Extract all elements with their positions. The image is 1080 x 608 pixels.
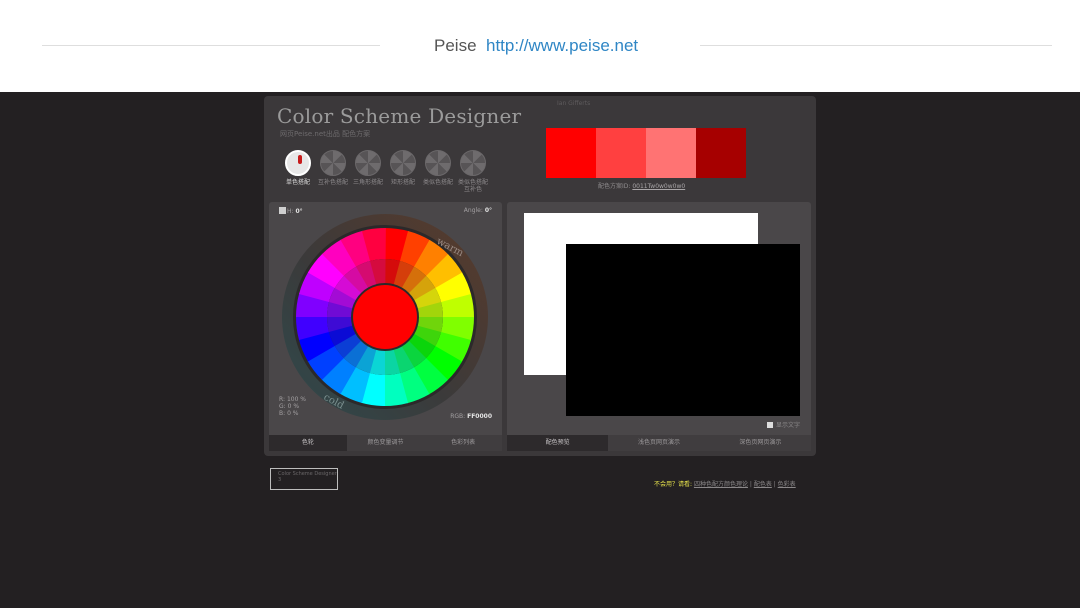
help-link-theory[interactable]: 四种色配方颜色理论 (694, 481, 748, 488)
mode-label: 矩形搭配 (390, 179, 415, 186)
tab-dark-page-demo[interactable]: 深色页网页演示 (709, 435, 811, 451)
broken-image-placeholder: Color Scheme Designer 3 (270, 468, 338, 490)
checkbox-icon[interactable] (766, 421, 773, 428)
site-link[interactable]: http://www.peise.net (486, 36, 638, 56)
rgb-percent-readout: R: 100 % G: 0 % B: 0 % (279, 396, 306, 417)
help-links: 不会用？请看: 四种色配方颜色理论 | 配色表 | 色彩表 (654, 481, 796, 488)
triad-mode-icon (355, 150, 381, 176)
swatch-dark[interactable] (696, 128, 746, 178)
mono-mode-icon (285, 150, 311, 176)
tab-color-list[interactable]: 色彩列表 (424, 435, 503, 451)
app-title: Color Scheme Designer (277, 104, 522, 128)
mode-label: 类似色搭配互补色 (457, 179, 488, 193)
mode-analogic[interactable]: 类似色搭配 (421, 150, 455, 186)
right-panel-tabs: 配色预览 浅色页网页演示 深色页网页演示 (507, 435, 811, 451)
preview-panel: 显示文字 配色预览 浅色页网页演示 深色页网页演示 (507, 202, 811, 451)
mode-label: 互补色搭配 (317, 179, 348, 186)
help-link-colors[interactable]: 色彩表 (778, 481, 796, 488)
mode-mono[interactable]: 单色搭配 (281, 150, 315, 186)
swatch-light[interactable] (596, 128, 646, 178)
mode-label: 三角形搭配 (352, 179, 383, 186)
mode-complement[interactable]: 互补色搭配 (316, 150, 350, 186)
scheme-id-label: 配色方案ID: (598, 183, 631, 190)
color-scheme-designer: Color Scheme Designer 网页Peise.net出品 配色方案… (264, 96, 816, 456)
show-text-toggle[interactable]: 显示文字 (766, 420, 800, 429)
swatch-primary[interactable] (546, 128, 596, 178)
author-tagline: Ian Gifferts (557, 100, 591, 107)
preview-dark-area (566, 244, 800, 416)
accented-analogic-mode-icon (460, 150, 486, 176)
color-wheel-panel: H: 0° Angle: 0° warm cold R: 100 % G: 0 … (269, 202, 503, 451)
selected-hue-center (353, 285, 417, 349)
mode-label: 类似色搭配 (422, 179, 453, 186)
divider-left (42, 45, 380, 46)
tetrad-mode-icon (390, 150, 416, 176)
show-text-label: 显示文字 (775, 422, 800, 429)
rgb-hex-readout: RGB: FF0000 (450, 413, 492, 420)
tab-light-page-demo[interactable]: 浅色页网页演示 (608, 435, 710, 451)
color-wheel-graphic[interactable]: warm cold (281, 213, 489, 421)
mode-accented-analogic[interactable]: 类似色搭配互补色 (456, 150, 490, 193)
color-swatches (546, 128, 746, 178)
brand-name: Peise (434, 36, 477, 55)
divider-right (700, 45, 1052, 46)
help-link-table[interactable]: 配色表 (754, 481, 772, 488)
swatch-lighter[interactable] (646, 128, 696, 178)
tab-color-wheel[interactable]: 色轮 (269, 435, 347, 451)
tab-variants[interactable]: 颜色变量调节 (346, 435, 425, 451)
scheme-id-link[interactable]: 0011Tw0w0w0w0 (632, 183, 685, 190)
top-banner: Peise http://www.peise.net (0, 0, 1080, 92)
help-question: 不会用？请看: (654, 481, 693, 488)
analogic-mode-icon (425, 150, 451, 176)
mode-label: 单色搭配 (285, 179, 310, 186)
complement-mode-icon (320, 150, 346, 176)
mode-triad[interactable]: 三角形搭配 (351, 150, 385, 186)
app-subtitle: 网页Peise.net出品 配色方案 (280, 130, 371, 138)
mode-tetrad[interactable]: 矩形搭配 (386, 150, 420, 186)
tab-scheme-preview[interactable]: 配色预览 (507, 435, 609, 451)
color-wheel[interactable]: warm cold (281, 213, 489, 421)
image-alt-text: Color Scheme Designer 3 (278, 471, 337, 483)
left-panel-tabs: 色轮 颜色变量调节 色彩列表 (269, 435, 503, 451)
scheme-id-row: 配色方案ID: 0011Tw0w0w0w0 (598, 181, 685, 190)
